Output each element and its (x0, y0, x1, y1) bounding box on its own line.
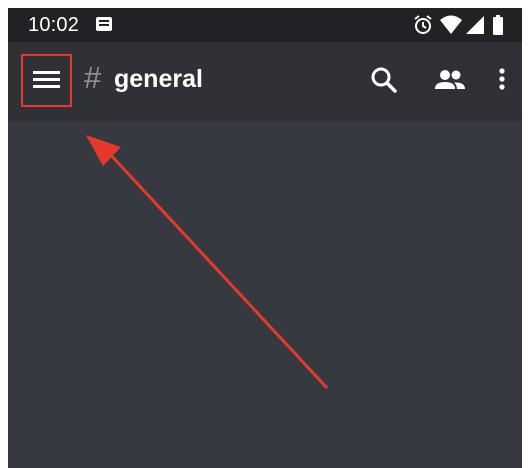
search-icon (371, 67, 397, 93)
search-button[interactable] (368, 64, 400, 96)
status-bar: 10:02 (8, 8, 522, 42)
members-button[interactable] (432, 64, 468, 96)
hamburger-menu-icon (33, 71, 60, 88)
message-notification-icon (96, 17, 112, 31)
more-options-button[interactable] (492, 64, 512, 96)
channel-title: general (114, 65, 203, 93)
channel-app-bar: # general (8, 42, 522, 122)
message-area (8, 122, 522, 468)
channel-hash-icon: # (84, 60, 102, 95)
battery-icon (493, 15, 503, 35)
more-vert-icon (499, 68, 505, 90)
menu-button[interactable] (21, 54, 72, 107)
alarm-icon (414, 15, 432, 34)
wifi-icon (440, 15, 462, 34)
status-time: 10:02 (28, 14, 80, 36)
phone-screen: 10:02 # general (8, 8, 522, 468)
cellular-signal-icon (466, 16, 484, 34)
members-icon (435, 70, 465, 89)
system-icons (412, 14, 512, 36)
